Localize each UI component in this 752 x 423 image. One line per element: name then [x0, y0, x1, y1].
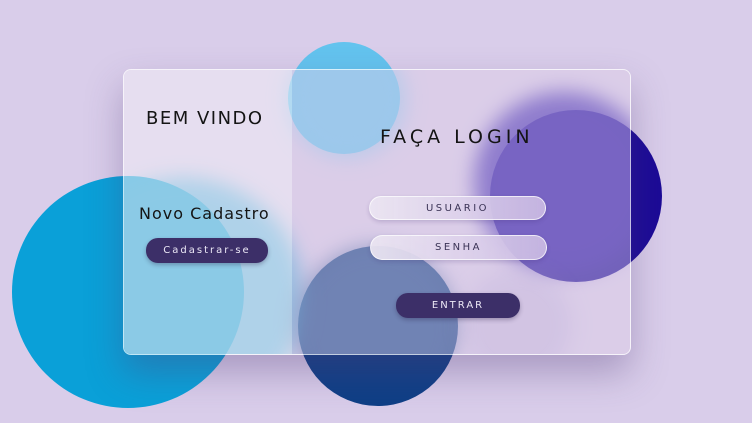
glass-card: BEM VINDO Novo Cadastro Cadastrar-se FAÇ… — [123, 69, 631, 355]
new-account-heading: Novo Cadastro — [139, 204, 270, 223]
username-input[interactable] — [369, 196, 546, 220]
welcome-heading: BEM VINDO — [146, 108, 264, 129]
password-input[interactable] — [370, 235, 547, 260]
signup-button[interactable]: Cadastrar-se — [146, 238, 268, 263]
welcome-panel: BEM VINDO Novo Cadastro Cadastrar-se — [124, 70, 292, 354]
login-heading: FAÇA LOGIN — [380, 126, 534, 148]
login-button[interactable]: ENTRAR — [396, 293, 520, 318]
